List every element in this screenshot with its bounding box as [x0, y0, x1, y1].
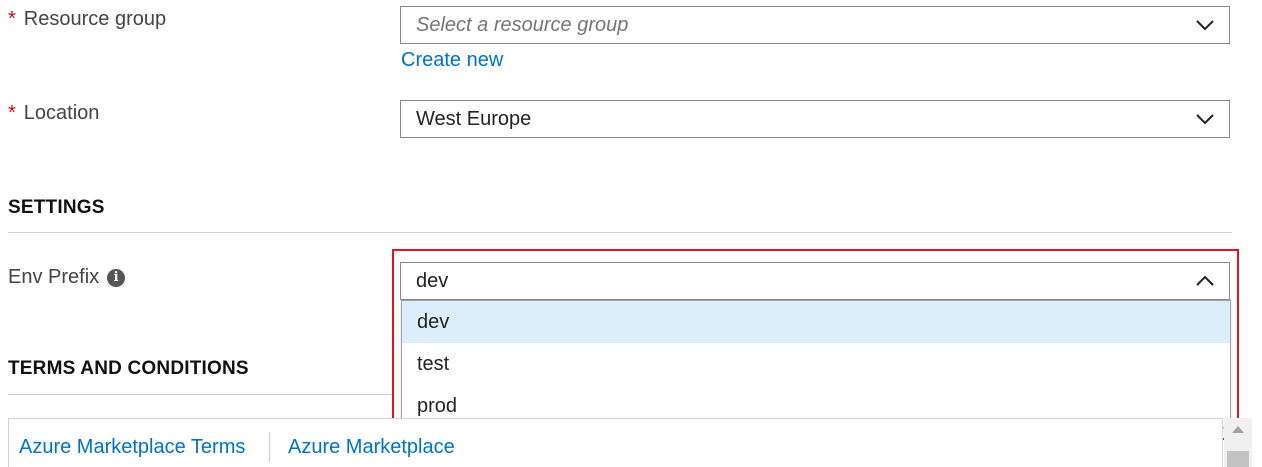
settings-divider: [8, 232, 1232, 233]
env-prefix-label-text: Env Prefix: [8, 266, 100, 288]
terms-section-title: TERMS AND CONDITIONS: [8, 358, 249, 379]
required-asterisk: *: [8, 8, 16, 30]
info-icon[interactable]: i: [107, 268, 126, 287]
scroll-up-arrow-icon[interactable]: [1232, 426, 1244, 433]
location-label: * Location: [8, 102, 99, 125]
env-prefix-label: Env Prefix i: [8, 266, 126, 289]
chevron-down-icon: [1196, 20, 1214, 31]
terms-divider: [8, 394, 392, 395]
terms-link-separator: [269, 432, 270, 462]
location-label-text: Location: [23, 102, 100, 124]
settings-section-title: SETTINGS: [8, 197, 105, 218]
required-asterisk: *: [8, 102, 16, 124]
location-select[interactable]: West Europe: [400, 100, 1230, 138]
highlight-annotation: [392, 249, 1239, 440]
azure-marketplace-terms-link[interactable]: Azure Marketplace Terms: [19, 436, 245, 459]
location-value: West Europe: [416, 107, 532, 130]
azure-marketplace-link[interactable]: Azure Marketplace: [288, 436, 455, 459]
terms-scrollbar[interactable]: [1224, 418, 1252, 467]
resource-group-label-text: Resource group: [23, 8, 167, 30]
create-new-link[interactable]: Create new: [401, 49, 503, 72]
resource-group-placeholder: Select a resource group: [416, 13, 629, 36]
chevron-down-icon: [1196, 114, 1214, 125]
resource-group-select[interactable]: Select a resource group: [400, 6, 1230, 44]
resource-group-label: * Resource group: [8, 8, 166, 31]
scroll-thumb[interactable]: [1227, 451, 1249, 467]
deployment-form: * Resource group Select a resource group …: [0, 0, 1262, 467]
